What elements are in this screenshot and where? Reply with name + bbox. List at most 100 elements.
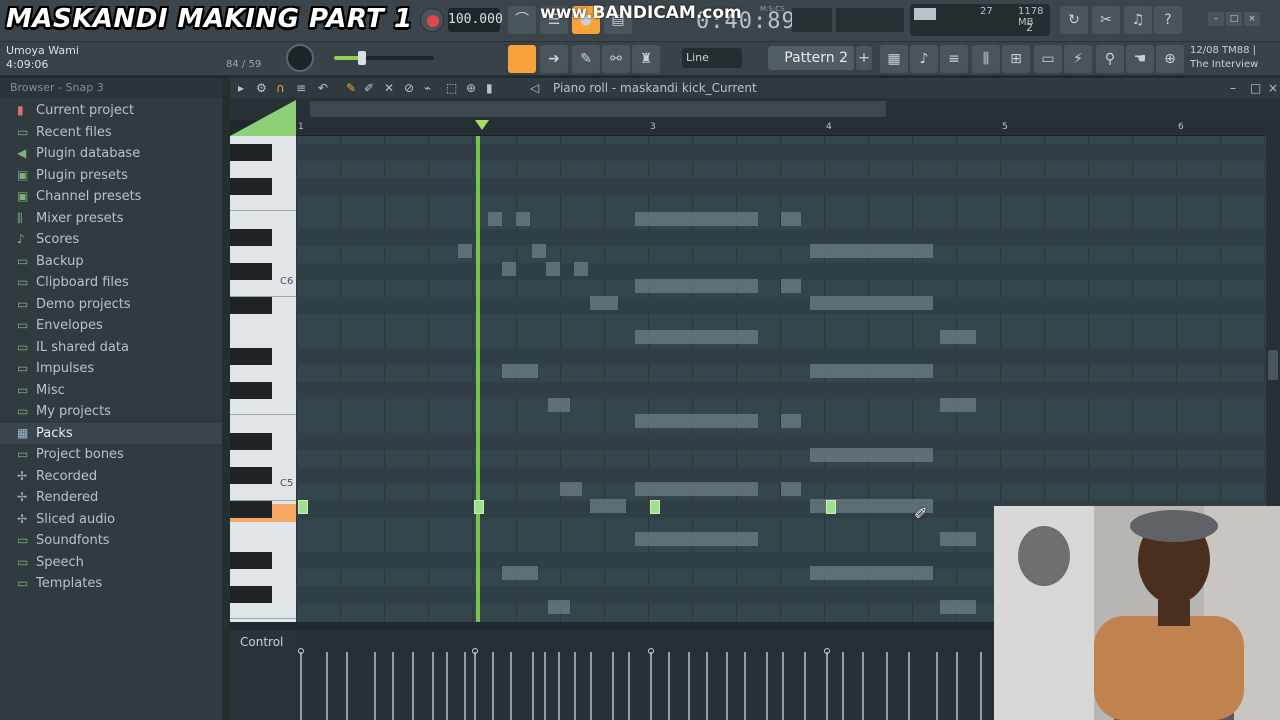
velocity-bar[interactable] xyxy=(908,652,910,720)
master-pitch-knob[interactable] xyxy=(286,44,314,72)
pattern-selector[interactable]: Pattern 2 xyxy=(768,46,854,70)
midi-note[interactable] xyxy=(298,500,308,514)
browser-item[interactable]: ▭ Soundfonts xyxy=(0,530,222,552)
browser-item[interactable]: ▭ Backup xyxy=(0,251,222,273)
browser-item[interactable]: ▭ Project bones xyxy=(0,444,222,466)
velocity-bar[interactable] xyxy=(936,652,938,720)
velocity-bar[interactable] xyxy=(980,652,982,720)
browser-item[interactable]: ✢ Rendered xyxy=(0,487,222,509)
velocity-lane[interactable] xyxy=(296,630,996,720)
velocity-bar[interactable] xyxy=(326,652,328,720)
undo-icon[interactable]: ↶ xyxy=(318,78,328,98)
velocity-bar[interactable] xyxy=(766,652,768,720)
black-key[interactable] xyxy=(230,229,272,246)
browser-item[interactable]: ✢ Recorded xyxy=(0,466,222,488)
velocity-bar[interactable] xyxy=(558,652,560,720)
tools-icon[interactable]: ✂ xyxy=(1092,6,1120,34)
vscroll-thumb[interactable] xyxy=(1268,350,1278,380)
velocity-bar[interactable] xyxy=(510,652,512,720)
browser-item[interactable]: ▭ Envelopes xyxy=(0,315,222,337)
black-key[interactable] xyxy=(230,433,272,450)
black-key[interactable] xyxy=(230,348,272,365)
link-icon[interactable]: ⚯ xyxy=(602,45,630,73)
record-button[interactable] xyxy=(420,8,444,32)
black-key[interactable] xyxy=(230,382,272,399)
slice-tool-icon[interactable]: ⌁ xyxy=(424,78,431,98)
velocity-bar[interactable] xyxy=(392,652,394,720)
master-volume-slider[interactable] xyxy=(334,51,434,65)
velocity-bar[interactable] xyxy=(346,652,348,720)
velocity-handle[interactable] xyxy=(472,648,478,654)
velocity-bar[interactable] xyxy=(300,652,302,720)
pr-close-icon[interactable]: × xyxy=(1268,78,1278,98)
velocity-bar[interactable] xyxy=(862,652,864,720)
snap-menu-icon[interactable]: ≡ xyxy=(296,78,306,98)
browser-item[interactable]: ▣ Channel presets xyxy=(0,186,222,208)
midi-note[interactable] xyxy=(474,500,484,514)
velocity-bar[interactable] xyxy=(804,652,806,720)
stamp-icon[interactable]: ♜ xyxy=(632,45,660,73)
mute-tool-icon[interactable]: ⊘ xyxy=(404,78,414,98)
browser-item[interactable]: ✢ Sliced audio xyxy=(0,509,222,531)
velocity-bar[interactable] xyxy=(650,652,652,720)
browser-item[interactable]: ▭ Demo projects xyxy=(0,294,222,316)
black-key[interactable] xyxy=(230,467,272,484)
news-panel[interactable]: 12/08 TM88 | The Interview xyxy=(1190,44,1258,72)
project-icon[interactable]: ▭ xyxy=(1034,45,1062,73)
velocity-bar[interactable] xyxy=(492,652,494,720)
refresh-icon[interactable]: ↻ xyxy=(1060,6,1088,34)
snap-select[interactable]: Line xyxy=(682,48,742,68)
velocity-handle[interactable] xyxy=(648,648,654,654)
browser-item[interactable]: ♪ Scores xyxy=(0,229,222,251)
playhead-marker[interactable] xyxy=(475,120,489,130)
velocity-bar[interactable] xyxy=(544,652,546,720)
browser-item[interactable]: ▭ Speech xyxy=(0,552,222,574)
velocity-bar[interactable] xyxy=(706,652,708,720)
delete-tool-icon[interactable]: ✕ xyxy=(384,78,394,98)
browser-item[interactable]: ▭ Impulses xyxy=(0,358,222,380)
zoom-tool-icon[interactable]: ⊕ xyxy=(466,78,476,98)
mixer-icon[interactable]: ⫼ xyxy=(972,45,1000,73)
maximize-icon[interactable]: □ xyxy=(1226,12,1242,26)
browser-item[interactable]: ⫼ Mixer presets xyxy=(0,208,222,230)
mic-icon[interactable]: ♫ xyxy=(1124,6,1152,34)
horizontal-scrollbar[interactable] xyxy=(230,98,1280,120)
piano-keyboard[interactable]: C6 C5 xyxy=(230,136,296,622)
black-key[interactable] xyxy=(230,586,272,603)
browser-item[interactable]: ▭ Clipboard files xyxy=(0,272,222,294)
velocity-bar[interactable] xyxy=(956,652,958,720)
close-icon[interactable]: × xyxy=(1244,12,1260,26)
velocity-bar[interactable] xyxy=(446,652,448,720)
velocity-handle[interactable] xyxy=(298,648,304,654)
velocity-bar[interactable] xyxy=(412,652,414,720)
black-key[interactable] xyxy=(230,178,272,195)
velocity-bar[interactable] xyxy=(464,652,466,720)
wrench-icon[interactable]: ⚙ xyxy=(256,78,267,98)
browser-item[interactable]: ▭ Templates xyxy=(0,573,222,595)
control-label[interactable]: Control xyxy=(240,635,283,649)
black-key[interactable] xyxy=(230,263,272,280)
browser-item[interactable]: ◀ Plugin database xyxy=(0,143,222,165)
velocity-bar[interactable] xyxy=(726,652,728,720)
black-key[interactable] xyxy=(230,297,272,314)
speaker-icon[interactable]: ◁ xyxy=(530,78,539,98)
black-key[interactable] xyxy=(230,144,272,161)
midi-note[interactable] xyxy=(650,500,660,514)
velocity-bar[interactable] xyxy=(826,652,828,720)
black-key[interactable] xyxy=(230,552,272,569)
volume-handle[interactable] xyxy=(358,51,366,65)
browser-item[interactable]: ▮ Current project xyxy=(0,100,222,122)
bar-ruler[interactable]: 1 3 4 5 6 xyxy=(296,120,1266,136)
arrow-right-icon[interactable]: ➜ xyxy=(540,45,568,73)
paint-tool-icon[interactable]: ✐ xyxy=(364,78,374,98)
pr-maximize-icon[interactable]: □ xyxy=(1250,78,1261,98)
velocity-handle[interactable] xyxy=(824,648,830,654)
browser-item[interactable]: ▣ Plugin presets xyxy=(0,165,222,187)
browser-item[interactable]: ▦ Packs xyxy=(0,422,222,444)
playback-tool-icon[interactable]: ▮ xyxy=(486,78,493,98)
draw-tool-icon[interactable]: ✎ xyxy=(346,78,356,98)
piano-roll-icon[interactable]: ♪ xyxy=(910,45,938,73)
browser-item[interactable]: ▭ Recent files xyxy=(0,122,222,144)
hand-icon[interactable]: ☚ xyxy=(1126,45,1154,73)
menu-arrow-icon[interactable]: ▸ xyxy=(238,78,244,98)
